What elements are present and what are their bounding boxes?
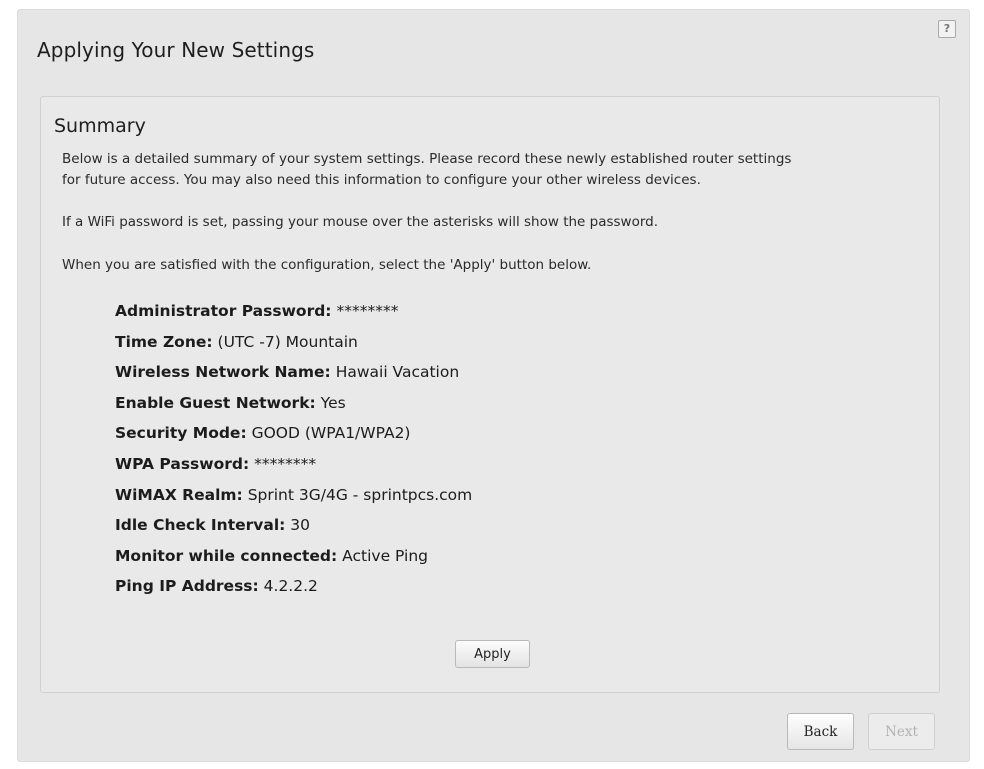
apply-note: When you are satisfied with the configur… (62, 257, 592, 273)
setting-label: Idle Check Interval: (115, 516, 286, 535)
setting-label: Administrator Password: (115, 302, 332, 320)
setting-enable-guest-network: Enable Guest Network: Yes (115, 388, 472, 419)
setting-label: WPA Password: (115, 454, 250, 473)
summary-intro: Below is a detailed summary of your syst… (62, 149, 932, 191)
help-icon[interactable]: ? (938, 20, 956, 38)
setting-label: Time Zone: (115, 332, 213, 351)
setting-value: GOOD (WPA1/WPA2) (251, 424, 411, 443)
settings-list: Administrator Password: ******** Time Zo… (115, 296, 472, 602)
setting-value: Yes (320, 393, 346, 412)
password-note: If a WiFi password is set, passing your … (62, 214, 659, 230)
setting-label: WiMAX Realm: (115, 485, 243, 504)
setting-value[interactable]: ******** (254, 455, 316, 473)
setting-value: 30 (290, 516, 311, 535)
setting-label: Enable Guest Network: (115, 393, 316, 412)
setting-label: Wireless Network Name: (115, 363, 331, 382)
setting-wireless-network-name: Wireless Network Name: Hawaii Vacation (115, 357, 472, 388)
setting-time-zone: Time Zone: (UTC -7) Mountain (115, 327, 472, 358)
setting-label: Monitor while connected: (115, 546, 338, 565)
setting-label: Ping IP Address: (115, 577, 259, 596)
setting-value: Active Ping (342, 546, 429, 565)
summary-intro-line-2: for future access. You may also need thi… (62, 172, 701, 188)
setting-value: (UTC -7) Mountain (217, 332, 358, 351)
setting-administrator-password: Administrator Password: ******** (115, 296, 472, 327)
setting-wpa-password: WPA Password: ******** (115, 449, 472, 480)
setting-value: 4.2.2.2 (263, 577, 318, 596)
apply-button[interactable]: Apply (455, 640, 530, 668)
setting-security-mode: Security Mode: GOOD (WPA1/WPA2) (115, 418, 472, 449)
setting-wimax-realm: WiMAX Realm: Sprint 3G/4G - sprintpcs.co… (115, 480, 472, 511)
setting-value[interactable]: ******** (336, 302, 398, 320)
setting-value: Sprint 3G/4G - sprintpcs.com (247, 485, 473, 504)
setting-value: Hawaii Vacation (335, 363, 460, 382)
next-button[interactable]: Next (868, 713, 935, 750)
summary-heading: Summary (54, 115, 146, 137)
back-button[interactable]: Back (787, 713, 854, 750)
summary-intro-line-1: Below is a detailed summary of your syst… (62, 151, 792, 167)
setting-ping-ip-address: Ping IP Address: 4.2.2.2 (115, 571, 472, 602)
setting-idle-check-interval: Idle Check Interval: 30 (115, 510, 472, 541)
summary-panel: Summary Below is a detailed summary of y… (40, 96, 940, 693)
page-title: Applying Your New Settings (37, 38, 315, 62)
setting-label: Security Mode: (115, 424, 247, 443)
setting-monitor-while-connected: Monitor while connected: Active Ping (115, 541, 472, 572)
